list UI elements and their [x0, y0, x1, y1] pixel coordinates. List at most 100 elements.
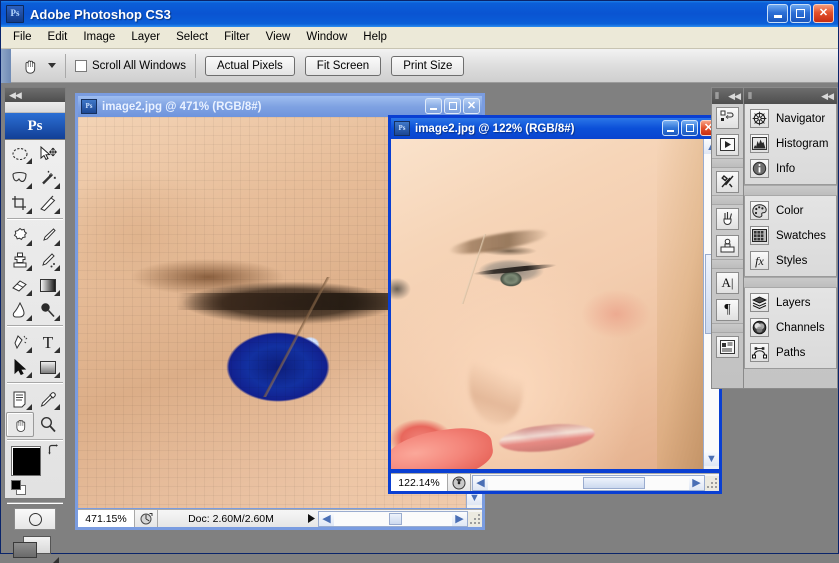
menu-edit[interactable]: Edit [40, 28, 76, 47]
fit-screen-button[interactable]: Fit Screen [304, 55, 382, 76]
menu-image[interactable]: Image [75, 28, 123, 47]
tool-zoom[interactable] [34, 412, 62, 437]
doc-window-face[interactable]: Ps image2.jpg @ 122% (RGB/8#) ✕ ▼ 122.14… [388, 115, 722, 494]
scroll-thumb[interactable] [583, 476, 645, 489]
dock-panel-column-header[interactable]: ⦀ ◀◀ [744, 88, 837, 104]
tool-move[interactable] [34, 141, 62, 166]
tool-history-brush[interactable] [34, 248, 62, 273]
menu-filter[interactable]: Filter [216, 28, 258, 47]
panel-color[interactable]: Color [745, 198, 836, 223]
panel-info[interactable]: Info [745, 156, 836, 181]
doc1-resize-grip[interactable] [468, 511, 482, 526]
panel-channels[interactable]: Channels [745, 315, 836, 340]
quick-mask-icon[interactable] [14, 508, 56, 530]
tool-blur[interactable] [6, 298, 34, 323]
scroll-left-arrow[interactable]: ◀ [473, 475, 488, 490]
tool-notes[interactable] [6, 387, 34, 412]
flyout-triangle-icon [26, 290, 32, 296]
doc2-status-icon[interactable] [448, 474, 471, 491]
doc2-zoom-level[interactable]: 122.14% [391, 474, 448, 491]
dock-icon-brushes[interactable] [712, 205, 743, 232]
panel-layers[interactable]: Layers [745, 290, 836, 315]
dock-icon-tool-presets[interactable] [712, 168, 743, 195]
scroll-right-arrow[interactable]: ▶ [452, 511, 467, 526]
swap-colors-icon[interactable] [47, 444, 59, 456]
double-chevron-left-icon[interactable]: ◀◀ [821, 91, 834, 102]
maximize-button[interactable] [790, 4, 811, 23]
scroll-track[interactable] [334, 511, 452, 526]
dock-icon-clone-source[interactable] [712, 232, 743, 259]
dock-icon-animation[interactable] [712, 131, 743, 158]
doc2-horizontal-scrollbar[interactable]: ◀ ▶ [472, 474, 705, 491]
menu-view[interactable]: View [258, 28, 299, 47]
doc2-resize-grip[interactable] [705, 475, 719, 490]
doc1-title-bar[interactable]: Ps image2.jpg @ 471% (RGB/8#) ✕ [78, 96, 482, 117]
minimize-button[interactable] [767, 4, 788, 23]
animation-icon [716, 133, 739, 156]
doc1-horizontal-scrollbar[interactable]: ◀ ▶ [318, 510, 468, 527]
menu-window[interactable]: Window [298, 28, 355, 47]
tool-brush[interactable] [34, 223, 62, 248]
doc2-title-bar[interactable]: Ps image2.jpg @ 122% (RGB/8#) ✕ [391, 118, 719, 139]
doc1-minimize-button[interactable] [425, 98, 442, 114]
panel-styles[interactable]: fx Styles [745, 248, 836, 273]
dock-icon-character[interactable]: A| [712, 269, 743, 296]
doc2-minimize-button[interactable] [662, 120, 679, 136]
doc1-status-menu-arrow[interactable] [304, 513, 318, 524]
scroll-left-arrow[interactable]: ◀ [319, 511, 334, 526]
doc1-maximize-button[interactable] [444, 98, 461, 114]
menu-layer[interactable]: Layer [123, 28, 168, 47]
scroll-right-arrow[interactable]: ▶ [689, 475, 704, 490]
print-size-button[interactable]: Print Size [391, 55, 465, 76]
tool-pen[interactable] [6, 330, 34, 355]
panel-navigator[interactable]: Navigator [745, 106, 836, 131]
doc2-maximize-button[interactable] [681, 120, 698, 136]
dock-icon-paragraph[interactable]: ¶ [712, 296, 743, 323]
grip-icon[interactable]: ⦀ [715, 91, 719, 102]
grip-icon[interactable]: ⦀ [748, 91, 752, 102]
doc1-zoom-level[interactable]: 471.15% [78, 510, 135, 527]
panel-info-label: Info [776, 162, 796, 175]
tool-slice[interactable] [34, 191, 62, 216]
doc1-close-button[interactable]: ✕ [463, 98, 480, 114]
dock-icon-bridge[interactable] [712, 104, 743, 131]
doc1-status-icon[interactable] [135, 510, 158, 527]
default-colors-icon[interactable] [11, 480, 26, 495]
tool-eraser[interactable] [6, 273, 34, 298]
screen-mode-icon[interactable] [13, 536, 59, 563]
tool-magic-wand[interactable] [34, 166, 62, 191]
menu-file[interactable]: File [5, 28, 40, 47]
foreground-color-swatch[interactable] [11, 446, 41, 476]
tool-gradient[interactable] [34, 273, 62, 298]
menu-help[interactable]: Help [355, 28, 395, 47]
actual-pixels-button[interactable]: Actual Pixels [204, 55, 295, 76]
tool-type[interactable]: T [34, 330, 62, 355]
tool-eyedropper[interactable] [34, 387, 62, 412]
panel-swatches[interactable]: Swatches [745, 223, 836, 248]
tool-clone-stamp[interactable] [6, 248, 34, 273]
close-button[interactable]: ✕ [813, 4, 834, 23]
current-tool-preset-picker[interactable] [19, 55, 56, 77]
scroll-down-arrow[interactable]: ▼ [704, 451, 719, 466]
panel-paths[interactable]: Paths [745, 340, 836, 365]
tool-rectangle-shape[interactable] [34, 355, 62, 380]
tool-healing-brush[interactable] [6, 223, 34, 248]
dock-icon-column-header[interactable]: ⦀ ◀◀ [712, 88, 743, 104]
double-chevron-left-icon[interactable]: ◀◀ [728, 91, 741, 102]
scroll-all-windows-checkbox[interactable]: Scroll All Windows [75, 59, 186, 72]
panel-histogram[interactable]: Histogram [745, 131, 836, 156]
tool-crop[interactable] [6, 191, 34, 216]
tool-lasso[interactable] [6, 166, 34, 191]
tool-hand[interactable] [6, 412, 34, 437]
scroll-thumb[interactable] [389, 512, 402, 525]
double-chevron-left-icon[interactable]: ◀◀ [9, 90, 22, 101]
dock-icon-layer-comps[interactable] [712, 333, 743, 360]
menu-select[interactable]: Select [168, 28, 216, 47]
tool-marquee[interactable] [6, 141, 34, 166]
scroll-track[interactable] [488, 475, 689, 490]
toolbox-header[interactable]: ◀◀ [5, 88, 65, 102]
options-bar-grip[interactable] [1, 48, 11, 83]
doc2-canvas-face[interactable] [391, 139, 703, 469]
tool-path-selection[interactable] [6, 355, 34, 380]
tool-dodge[interactable] [34, 298, 62, 323]
